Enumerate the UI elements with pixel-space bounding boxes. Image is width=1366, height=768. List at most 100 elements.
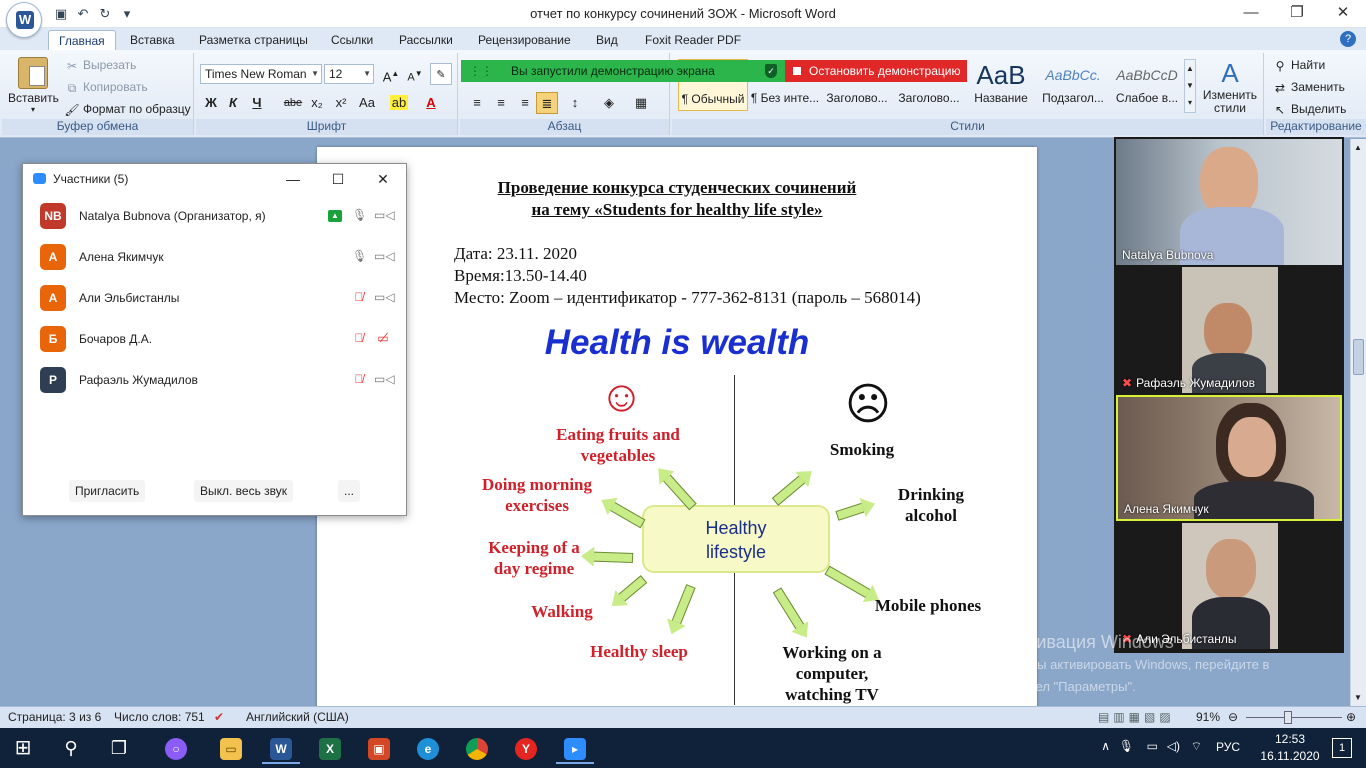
stop-share-button[interactable]: Остановить демонстрацию	[785, 60, 967, 82]
style-subtle-emphasis[interactable]: AaBbCcD Слабое в...	[1112, 59, 1182, 111]
align-center-button[interactable]: ≡	[490, 92, 512, 114]
tab-page-layout[interactable]: Разметка страницы	[189, 30, 318, 50]
clock[interactable]: 12:53 16.11.2020	[1260, 731, 1320, 765]
microphone-muted-icon[interactable]: 🎙̸	[352, 290, 366, 306]
shading-button[interactable]: ◈	[598, 92, 620, 114]
replace-button[interactable]: ⇄ Заменить	[1272, 77, 1345, 97]
share-status[interactable]: ⋮⋮ Вы запустили демонстрацию экрана ✓	[461, 60, 785, 82]
video-tile-active[interactable]: Алена Якимчук	[1116, 395, 1342, 521]
clear-format-button[interactable]: ✎	[430, 63, 452, 85]
select-button[interactable]: ↖ Выделить	[1272, 99, 1346, 119]
subscript-button[interactable]: x₂	[306, 92, 328, 114]
tray-chevron-icon[interactable]: ∧	[1101, 739, 1110, 753]
grow-font-button[interactable]: A▲	[380, 63, 402, 85]
highlight-button[interactable]: ab	[388, 92, 410, 114]
notifications-button[interactable]: 1	[1332, 738, 1352, 758]
microphone-tray-icon[interactable]: 🎙	[1119, 739, 1134, 753]
underline-button[interactable]: Ч	[246, 92, 268, 114]
start-button[interactable]: ⊞	[4, 732, 42, 764]
font-name-select[interactable]: Times New Roman ▼	[200, 64, 322, 84]
participant-row[interactable]: А Али Эльбистанлы 🎙̸ ▭◁	[23, 278, 406, 319]
more-button[interactable]: ...	[338, 480, 361, 502]
word-taskbar-button[interactable]: W	[262, 732, 300, 764]
bold-button[interactable]: Ж	[200, 92, 222, 114]
microphone-muted-icon[interactable]: 🎙̸	[352, 372, 366, 388]
minimize-panel-button[interactable]: —	[282, 169, 304, 189]
video-tile[interactable]: ✖ Рафаэль Жумадилов	[1116, 267, 1342, 393]
participant-row[interactable]: NB Natalya Bubnova (Организатор, я) ▲ 🎙 …	[23, 196, 406, 237]
presentation-taskbar-button[interactable]: ▣	[360, 732, 398, 764]
zoom-slider[interactable]	[1246, 717, 1342, 718]
minimize-button[interactable]: —	[1228, 0, 1274, 28]
yandex-taskbar-button[interactable]: Y	[507, 732, 545, 764]
shrink-font-button[interactable]: A▼	[404, 63, 426, 85]
battery-icon[interactable]: ▭	[1147, 739, 1158, 753]
vertical-scrollbar[interactable]: ▲ ▼	[1350, 139, 1366, 706]
task-view-button[interactable]: ❐	[100, 732, 138, 764]
zoom-out-icon[interactable]: ⊖	[1228, 707, 1238, 728]
close-panel-button[interactable]: ✕	[372, 169, 394, 189]
excel-taskbar-button[interactable]: X	[311, 732, 349, 764]
volume-icon[interactable]: ◁)	[1167, 739, 1180, 753]
zoom-slider-thumb[interactable]	[1284, 711, 1292, 724]
scroll-thumb[interactable]	[1353, 339, 1364, 375]
align-right-button[interactable]: ≡	[514, 92, 536, 114]
mute-all-button[interactable]: Выкл. весь звук	[194, 480, 294, 502]
scroll-up-icon[interactable]: ▲	[1354, 143, 1362, 152]
line-spacing-button[interactable]: ↕	[564, 92, 586, 114]
font-size-select[interactable]: 12 ▼	[324, 64, 374, 84]
camera-icon[interactable]: ▭◁	[374, 208, 395, 224]
document-page[interactable]: Проведение конкурса студенческих сочинен…	[317, 147, 1037, 706]
video-tile[interactable]: ✖ Али Эльбистанлы	[1116, 523, 1342, 649]
align-left-button[interactable]: ≡	[466, 92, 488, 114]
paste-button[interactable]: Вставить ▾	[8, 57, 59, 114]
font-color-button[interactable]: A	[420, 92, 442, 114]
cortana-button[interactable]: ○	[157, 732, 195, 764]
tab-home[interactable]: Главная	[48, 30, 116, 50]
justify-button[interactable]: ≣	[536, 92, 558, 114]
change-styles-button[interactable]: A Изменить стили	[1200, 57, 1260, 115]
participant-row[interactable]: Р Рафаэль Жумадилов 🎙̸ ▭◁	[23, 360, 406, 401]
microphone-muted-icon[interactable]: 🎙̸	[352, 331, 366, 347]
search-button[interactable]: ⚲	[52, 732, 90, 764]
maximize-panel-button[interactable]: ☐	[327, 169, 349, 189]
tab-mailings[interactable]: Рассылки	[389, 30, 463, 50]
format-painter-button[interactable]: 🖌 Формат по образцу	[64, 99, 190, 119]
camera-icon[interactable]: ▭◁	[374, 249, 395, 265]
style-title[interactable]: AaB Название	[966, 59, 1036, 111]
close-button[interactable]: ✕	[1320, 0, 1366, 28]
participant-row[interactable]: Б Бочаров Д.А. 🎙̸ ▭̸	[23, 319, 406, 360]
zoom-taskbar-button[interactable]: ▸	[556, 732, 594, 764]
tab-view[interactable]: Вид	[586, 30, 628, 50]
strikethrough-button[interactable]: abe	[282, 92, 304, 114]
view-buttons[interactable]: ▤▥▦▧▨	[1098, 707, 1175, 728]
language-indicator[interactable]: Английский (США)	[246, 707, 349, 728]
zoom-level[interactable]: 91%	[1196, 707, 1220, 728]
microphone-icon[interactable]: 🎙	[352, 249, 367, 265]
participant-row[interactable]: А Алена Якимчук 🎙 ▭◁	[23, 237, 406, 278]
help-icon[interactable]: ?	[1340, 31, 1356, 47]
microphone-icon[interactable]: 🎙	[352, 208, 367, 224]
language-indicator[interactable]: РУС	[1216, 740, 1240, 754]
change-case-button[interactable]: Aa	[356, 92, 378, 114]
video-tile[interactable]: Natalya Bubnova	[1116, 139, 1342, 265]
camera-off-icon[interactable]: ▭̸	[374, 331, 392, 347]
network-icon[interactable]: ⌔	[1191, 739, 1202, 754]
chrome-taskbar-button[interactable]	[458, 732, 496, 764]
word-count[interactable]: Число слов: 751	[114, 707, 205, 728]
proofing-icon[interactable]: ✔	[214, 707, 224, 728]
tab-review[interactable]: Рецензирование	[468, 30, 581, 50]
page-indicator[interactable]: Страница: 3 из 6	[8, 707, 101, 728]
styles-scroll[interactable]: ▲ ▼ ▾	[1184, 59, 1196, 113]
superscript-button[interactable]: x²	[330, 92, 352, 114]
cut-button[interactable]: ✂ Вырезать	[64, 55, 136, 75]
tab-foxit[interactable]: Foxit Reader PDF	[635, 30, 751, 50]
camera-icon[interactable]: ▭◁	[374, 372, 395, 388]
scroll-down-icon[interactable]: ▼	[1354, 693, 1362, 702]
copy-button[interactable]: ⧉ Копировать	[64, 77, 148, 97]
tab-references[interactable]: Ссылки	[321, 30, 383, 50]
office-button[interactable]: W	[6, 2, 42, 38]
tab-insert[interactable]: Вставка	[120, 30, 185, 50]
edge-taskbar-button[interactable]: e	[409, 732, 447, 764]
file-explorer-button[interactable]: ▭	[212, 732, 250, 764]
